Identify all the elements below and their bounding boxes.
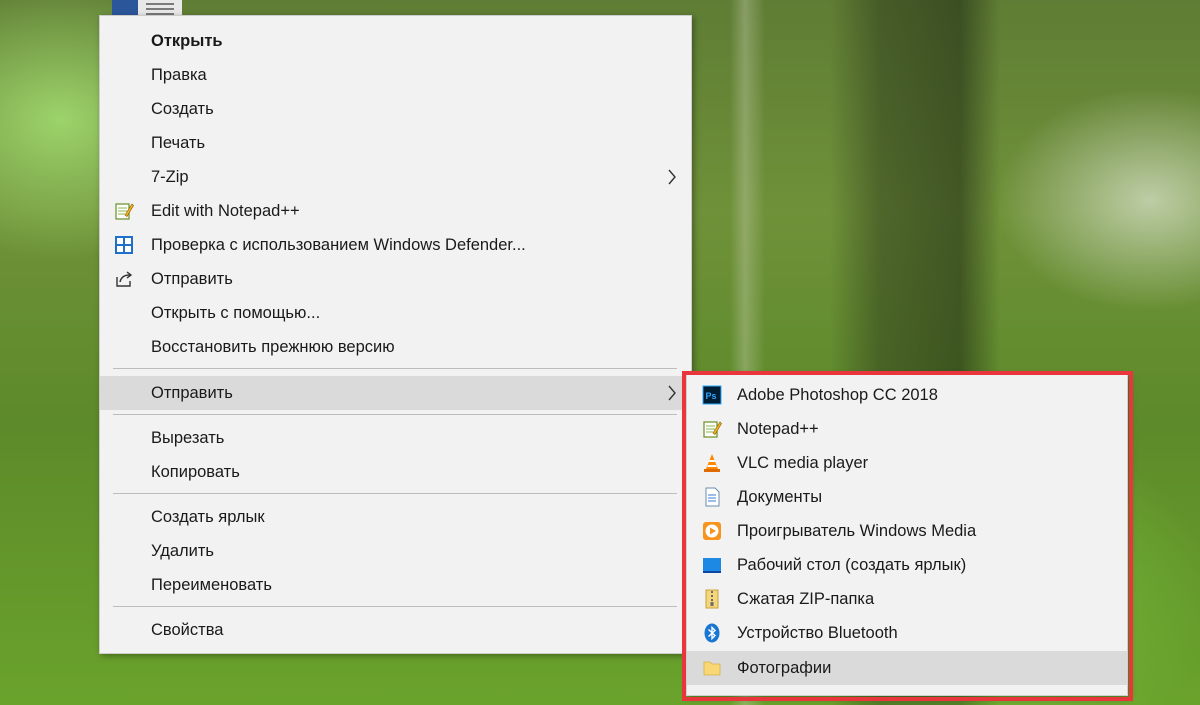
media-player-icon xyxy=(703,522,721,540)
menu-item-rename[interactable]: Переименовать xyxy=(100,568,691,602)
menu-item-create-shortcut[interactable]: Создать ярлык xyxy=(100,500,691,534)
desktop-icon xyxy=(703,558,721,573)
menu-item-label: Печать xyxy=(151,133,206,152)
menu-item-label: Открыть xyxy=(151,31,223,50)
send-to-zip-folder[interactable]: Сжатая ZIP-папка xyxy=(687,582,1127,616)
menu-item-label: Свойства xyxy=(151,620,224,639)
menu-separator xyxy=(113,606,677,607)
menu-item-cut[interactable]: Вырезать xyxy=(100,421,691,455)
menu-item-new[interactable]: Создать xyxy=(100,92,691,126)
send-to-photos-folder[interactable]: Фотографии xyxy=(687,651,1127,685)
submenu-item-label: Сжатая ZIP-папка xyxy=(737,589,875,608)
desktop-file-icon[interactable] xyxy=(112,0,182,16)
menu-item-label: Открыть с помощью... xyxy=(151,303,321,322)
menu-item-edit-notepadpp[interactable]: Edit with Notepad++ xyxy=(100,194,691,228)
submenu-item-label: VLC media player xyxy=(737,453,869,472)
menu-item-delete[interactable]: Удалить xyxy=(100,534,691,568)
folder-icon xyxy=(703,661,721,676)
menu-item-label: Удалить xyxy=(151,541,214,560)
send-to-documents[interactable]: Документы xyxy=(687,480,1127,514)
menu-item-open-with[interactable]: Открыть с помощью... xyxy=(100,296,691,330)
menu-item-print[interactable]: Печать xyxy=(100,126,691,160)
menu-separator xyxy=(113,414,677,415)
vlc-cone-icon xyxy=(704,454,720,472)
chevron-right-icon xyxy=(668,169,676,185)
send-to-desktop-shortcut[interactable]: Рабочий стол (создать ярлык) xyxy=(687,548,1127,582)
submenu-item-label: Проигрыватель Windows Media xyxy=(737,521,977,540)
menu-item-label: Отправить xyxy=(151,269,233,288)
notepadpp-icon xyxy=(115,203,134,220)
menu-separator xyxy=(113,493,677,494)
menu-item-properties[interactable]: Свойства xyxy=(100,613,691,647)
menu-item-label: Отправить xyxy=(151,383,233,402)
chevron-right-icon xyxy=(668,385,676,401)
send-to-photoshop[interactable]: Ps Adobe Photoshop CC 2018 xyxy=(687,378,1127,412)
menu-item-label: Правка xyxy=(151,65,207,84)
menu-item-label: Вырезать xyxy=(151,428,225,447)
submenu-item-label: Устройство Bluetooth xyxy=(737,623,898,642)
menu-item-open[interactable]: Открыть xyxy=(100,24,691,58)
svg-text:Ps: Ps xyxy=(706,391,717,401)
menu-item-restore-version[interactable]: Восстановить прежнюю версию xyxy=(100,330,691,364)
submenu-item-label: Notepad++ xyxy=(737,419,819,438)
menu-item-label: Восстановить прежнюю версию xyxy=(151,337,395,356)
menu-separator xyxy=(113,368,677,369)
menu-item-send-to[interactable]: Отправить xyxy=(100,376,691,410)
send-to-vlc[interactable]: VLC media player xyxy=(687,446,1127,480)
menu-item-edit[interactable]: Правка xyxy=(100,58,691,92)
windows-defender-icon xyxy=(115,236,133,254)
menu-item-label: Создать xyxy=(151,99,214,118)
submenu-item-label: Документы xyxy=(737,487,823,506)
documents-icon xyxy=(705,487,720,507)
send-to-notepadpp[interactable]: Notepad++ xyxy=(687,412,1127,446)
menu-item-copy[interactable]: Копировать xyxy=(100,455,691,489)
submenu-item-label: Рабочий стол (создать ярлык) xyxy=(737,555,967,574)
menu-item-label: Проверка с использованием Windows Defend… xyxy=(151,235,526,254)
send-to-submenu: Ps Adobe Photoshop CC 2018 Notepad++ VLC… xyxy=(686,374,1128,696)
bluetooth-icon xyxy=(704,623,720,643)
share-icon xyxy=(116,271,133,287)
photoshop-icon: Ps xyxy=(702,385,722,405)
menu-item-label: Копировать xyxy=(151,462,240,481)
menu-item-label: Переименовать xyxy=(151,575,272,594)
context-menu: Открыть Правка Создать Печать 7-Zip Edit… xyxy=(99,15,692,654)
submenu-item-label: Фотографии xyxy=(737,658,832,677)
menu-item-defender-scan[interactable]: Проверка с использованием Windows Defend… xyxy=(100,228,691,262)
notepadpp-icon xyxy=(703,421,722,438)
menu-item-label: Создать ярлык xyxy=(151,507,265,526)
menu-item-share[interactable]: Отправить xyxy=(100,262,691,296)
menu-item-label: 7-Zip xyxy=(151,167,189,186)
zip-folder-icon xyxy=(705,589,719,609)
send-to-bluetooth[interactable]: Устройство Bluetooth xyxy=(687,616,1127,650)
menu-item-label: Edit with Notepad++ xyxy=(151,201,300,220)
submenu-item-label: Adobe Photoshop CC 2018 xyxy=(737,385,938,404)
send-to-windows-media[interactable]: Проигрыватель Windows Media xyxy=(687,514,1127,548)
menu-item-7zip[interactable]: 7-Zip xyxy=(100,160,691,194)
